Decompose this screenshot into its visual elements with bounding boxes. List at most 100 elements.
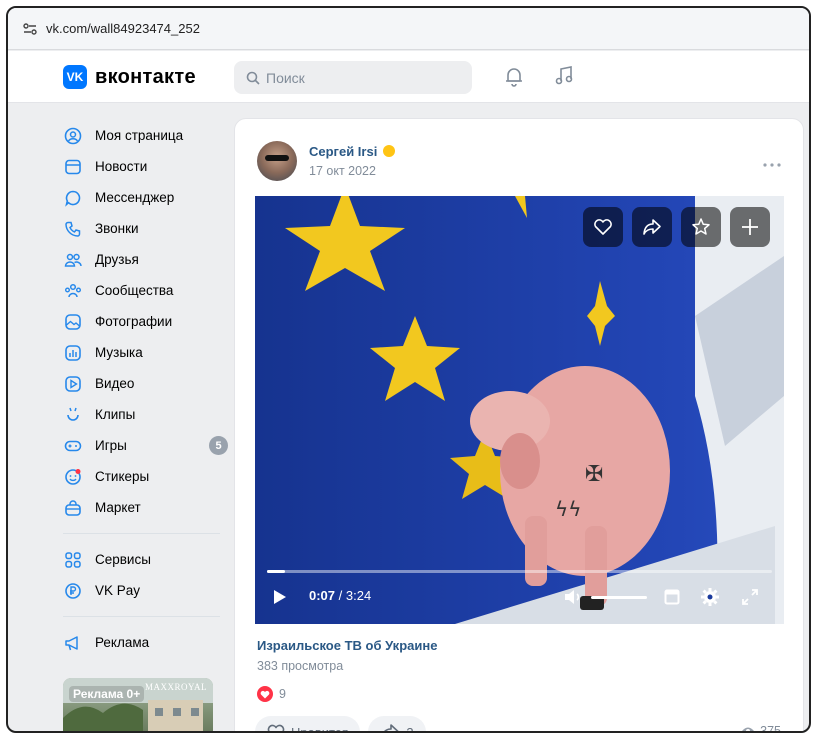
share-icon <box>643 219 661 235</box>
sidebar-item-clips[interactable]: Клипы <box>63 399 228 430</box>
video-time: 0:07 / 3:24 <box>309 588 371 603</box>
sidebar-item-label: Игры <box>95 438 127 453</box>
messenger-icon <box>63 188 83 208</box>
sidebar-item-ads[interactable]: Реклама <box>63 627 228 658</box>
search-input[interactable]: Поиск <box>234 61 472 94</box>
sidebar-item-label: Реклама <box>95 635 150 650</box>
clips-icon <box>63 405 83 425</box>
reactions-count: 9 <box>279 687 286 701</box>
sidebar-item-news[interactable]: Новости <box>63 151 228 182</box>
ad-banner[interactable]: Реклама 0+ MAXXROYAL <box>63 678 213 731</box>
sidebar-item-games[interactable]: Игры 5 <box>63 430 228 461</box>
sidebar-item-music[interactable]: Музыка <box>63 337 228 368</box>
music-note-icon[interactable] <box>553 65 575 92</box>
video-time-current: 0:07 <box>309 588 336 603</box>
games-icon <box>63 436 83 456</box>
post-author[interactable]: Сергей Irsi <box>309 144 395 159</box>
ads-icon <box>63 633 83 653</box>
share-button[interactable]: 3 <box>368 716 426 733</box>
sidebar-item-calls[interactable]: Звонки <box>63 213 228 244</box>
stickers-icon <box>63 467 83 487</box>
video-title[interactable]: Израильское ТВ об Украине <box>257 638 437 653</box>
like-button-label: Нравится <box>291 724 349 733</box>
sidebar-item-video[interactable]: Видео <box>63 368 228 399</box>
url-text: vk.com/wall84923474_252 <box>46 21 200 36</box>
view-count: 375 <box>741 724 781 731</box>
friends-icon <box>63 250 83 270</box>
sidebar-item-label: Сервисы <box>95 552 151 567</box>
share-count: 3 <box>406 724 414 733</box>
sidebar-item-market[interactable]: Маркет <box>63 492 228 523</box>
sidebar-item-services[interactable]: Сервисы <box>63 544 228 575</box>
like-button[interactable]: Нравится <box>255 716 361 733</box>
phone-icon <box>63 219 83 239</box>
sidebar-item-photos[interactable]: Фотографии <box>63 306 228 337</box>
address-bar[interactable]: vk.com/wall84923474_252 <box>8 8 809 50</box>
sidebar-item-label: VK Pay <box>95 583 141 598</box>
sidebar-item-label: Сообщества <box>95 283 174 298</box>
bookmark-video-button[interactable] <box>681 207 721 247</box>
news-icon <box>63 157 83 177</box>
miniplayer-icon[interactable] <box>664 589 680 610</box>
heart-reaction-icon <box>257 686 273 702</box>
vk-logo-mark: VK <box>63 65 87 89</box>
volume-icon[interactable] <box>563 588 585 611</box>
sidebar-item-friends[interactable]: Друзья <box>63 244 228 275</box>
avatar[interactable] <box>257 141 297 181</box>
video-time-total: / 3:24 <box>335 588 372 603</box>
ad-brand: MAXXROYAL <box>144 682 207 692</box>
fullscreen-icon[interactable] <box>742 589 758 610</box>
like-video-button[interactable] <box>583 207 623 247</box>
post-actions: Нравится 3 <box>255 716 434 733</box>
sidebar-item-label: Друзья <box>95 252 139 267</box>
play-icon[interactable] <box>273 589 287 610</box>
music-icon <box>63 343 83 363</box>
video-progress-bar[interactable] <box>267 570 772 573</box>
svg-text:ϟϟ: ϟϟ <box>555 497 581 521</box>
sidebar-item-label: Мессенджер <box>95 190 175 205</box>
heart-outline-icon <box>594 219 612 235</box>
left-sidebar: Моя страница Новости Мессенджер Звонки Д… <box>63 120 228 658</box>
ad-label: Реклама 0+ <box>69 686 145 702</box>
star-icon <box>692 218 710 235</box>
site-settings-icon[interactable] <box>22 21 38 37</box>
eye-icon <box>742 727 755 731</box>
bell-icon[interactable] <box>503 65 525 92</box>
sidebar-item-stickers[interactable]: Стикеры <box>63 461 228 492</box>
share-video-button[interactable] <box>632 207 672 247</box>
post-author-name: Сергей Irsi <box>309 144 378 159</box>
games-badge: 5 <box>209 436 228 455</box>
post-date[interactable]: 17 окт 2022 <box>309 164 376 178</box>
reactions-summary[interactable]: 9 <box>257 686 286 702</box>
svg-text:✠: ✠ <box>585 462 603 487</box>
sidebar-item-label: Новости <box>95 159 148 174</box>
video-frame: ✠ ϟϟ <box>255 196 784 624</box>
sidebar-divider <box>63 533 220 534</box>
video-progress-fill <box>267 570 286 573</box>
browser-window: vk.com/wall84923474_252 VK вконтакте Пои… <box>6 6 811 733</box>
sidebar-item-label: Звонки <box>95 221 139 236</box>
sidebar-item-messenger[interactable]: Мессенджер <box>63 182 228 213</box>
sidebar-item-label: Маркет <box>95 500 141 515</box>
video-player[interactable]: ✠ ϟϟ 0:07 / 3:24 <box>255 196 784 624</box>
emoji-icon <box>382 145 395 157</box>
sidebar-item-communities[interactable]: Сообщества <box>63 275 228 306</box>
plus-icon <box>742 219 758 235</box>
sidebar-item-label: Музыка <box>95 345 143 360</box>
sidebar-item-my-page[interactable]: Моя страница <box>63 120 228 151</box>
sidebar-item-label: Видео <box>95 376 135 391</box>
volume-slider[interactable] <box>591 596 647 599</box>
sidebar-item-vkpay[interactable]: VK Pay <box>63 575 228 606</box>
market-icon <box>63 498 83 518</box>
sidebar-divider <box>63 616 220 617</box>
more-options-icon[interactable] <box>763 154 781 170</box>
settings-gear-icon[interactable] <box>700 587 720 612</box>
search-icon <box>246 71 260 85</box>
site-header: VK вконтакте Поиск <box>8 51 809 103</box>
sidebar-item-label: Моя страница <box>95 128 184 143</box>
vk-logo-text: вконтакте <box>95 65 196 88</box>
vk-logo[interactable]: VK вконтакте <box>63 65 196 89</box>
photos-icon <box>63 312 83 332</box>
add-video-button[interactable] <box>730 207 770 247</box>
vkpay-icon <box>63 581 83 601</box>
